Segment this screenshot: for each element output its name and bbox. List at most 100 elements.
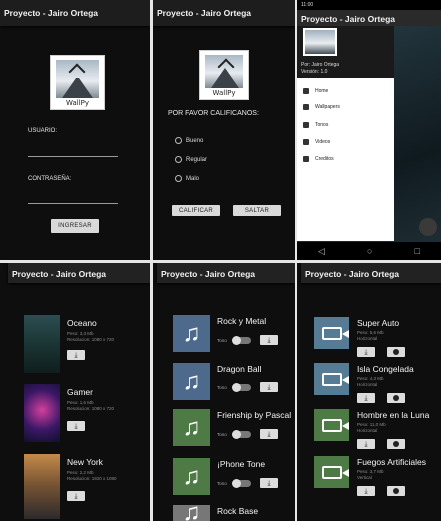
download-icon: ⤓: [267, 336, 271, 344]
tono-toggle[interactable]: [232, 336, 251, 345]
wallpaper-res: Resolucion: 1080 x 720: [67, 337, 115, 342]
app-title: Proyecto - Jairo Ortega: [305, 269, 400, 279]
drawer-item-home[interactable]: Home: [303, 88, 328, 94]
video-orientation: Horizontal: [357, 382, 378, 387]
background-wallpaper: [394, 26, 441, 242]
wallpaper-name: Gamer: [67, 387, 93, 397]
ingresar-button[interactable]: INGRESAR: [51, 219, 99, 233]
download-icon: ⤓: [267, 479, 271, 487]
drawer-item-creditos[interactable]: Creditos: [303, 156, 334, 162]
download-button[interactable]: ⤓: [357, 439, 375, 449]
tono-name: Dragon Ball: [217, 364, 262, 374]
music-icon: ♫: [173, 458, 210, 495]
usuario-input[interactable]: [28, 156, 118, 157]
videos-screen: Proyecto - Jairo Ortega Super Auto Peso:…: [297, 263, 441, 521]
app-bar: Proyecto - Jairo Ortega: [301, 263, 441, 283]
home-icon: [303, 88, 309, 94]
download-icon: ⤓: [74, 422, 78, 430]
video-thumb[interactable]: [314, 409, 349, 441]
download-icon: ⤓: [267, 383, 271, 391]
logo-caption: WallPy: [212, 89, 236, 97]
radio-label: Malo: [186, 175, 200, 182]
wallpaper-name: Oceano: [67, 318, 97, 328]
radio-regular[interactable]: Regular: [175, 156, 207, 163]
download-button[interactable]: ⤓: [67, 421, 85, 431]
wallpaper-thumb-gamer[interactable]: [24, 384, 60, 442]
toggle-label: Tono: [217, 385, 227, 390]
tono-toggle[interactable]: [232, 479, 251, 488]
radio-circle-icon: [175, 137, 182, 144]
app-bar: Proyecto - Jairo Ortega: [157, 263, 295, 283]
download-button[interactable]: ⤓: [260, 429, 278, 439]
fab-button[interactable]: [419, 218, 437, 236]
navigation-drawer: Por: Jairo Ortega Versión: 1.0 Home Wall…: [297, 26, 394, 241]
download-button[interactable]: ⤓: [357, 347, 375, 357]
video-name: Hombre en la Luna: [357, 410, 430, 420]
radio-circle-icon: [175, 156, 182, 163]
drawer-item-label: Wallpapers: [315, 104, 340, 110]
video-name: Super Auto: [357, 318, 400, 328]
image-icon: [303, 104, 309, 110]
radio-bueno[interactable]: Bueno: [175, 137, 203, 144]
preview-eye-icon[interactable]: [387, 439, 405, 449]
toggle-label: Tono: [217, 338, 227, 343]
video-icon: [303, 139, 309, 145]
tono-toggle[interactable]: [232, 430, 251, 439]
video-camera-icon: [321, 326, 349, 340]
wallpaper-res: Resolucion: 1080 x 720: [67, 406, 115, 411]
radio-malo[interactable]: Malo: [175, 175, 199, 182]
video-thumb[interactable]: [314, 363, 349, 395]
radio-label: Regular: [186, 156, 208, 163]
video-thumb[interactable]: [314, 317, 349, 349]
wallpaper-name: New York: [67, 457, 103, 467]
drawer-item-videos[interactable]: Videos: [303, 139, 330, 145]
tono-name: Rock y Metal: [217, 316, 267, 326]
download-button[interactable]: ⤓: [67, 491, 85, 501]
status-bar: 11:00: [297, 0, 441, 10]
tono-toggle[interactable]: [232, 383, 251, 392]
rating-screen: Proyecto - Jairo Ortega WallPy POR FAVOR…: [153, 0, 295, 260]
video-thumb[interactable]: [314, 456, 349, 488]
music-icon: ♫: [173, 499, 210, 521]
download-icon: ⤓: [364, 440, 368, 448]
drawer-logo-image: [303, 28, 337, 56]
drawer-item-wallpapers[interactable]: Wallpapers: [303, 104, 340, 110]
drawer-item-tonos[interactable]: Tonos: [303, 122, 328, 128]
download-button[interactable]: ⤓: [260, 335, 278, 345]
calificar-button[interactable]: CALIFICAR: [172, 205, 220, 216]
download-button[interactable]: ⤓: [67, 350, 85, 360]
download-icon: ⤓: [364, 348, 368, 356]
home-nav-icon[interactable]: ○: [367, 246, 372, 256]
recents-icon[interactable]: □: [415, 246, 420, 256]
wallpaper-thumb-oceano[interactable]: [24, 315, 60, 373]
contrasena-label: CONTRASEÑA:: [28, 176, 72, 182]
app-title: Proyecto - Jairo Ortega: [161, 269, 256, 279]
wallpaper-thumb-new-york[interactable]: [24, 454, 60, 519]
preview-eye-icon[interactable]: [387, 347, 405, 357]
download-icon: ⤓: [267, 430, 271, 438]
status-time: 11:00: [301, 2, 314, 8]
download-button[interactable]: ⤓: [357, 486, 375, 496]
drawer-author: Por: Jairo Ortega: [301, 62, 340, 68]
download-button[interactable]: ⤓: [260, 382, 278, 392]
back-icon[interactable]: ◁: [318, 246, 325, 257]
radio-label: Bueno: [186, 137, 204, 144]
download-icon: ⤓: [364, 394, 368, 402]
logo-image-icon: [205, 55, 243, 88]
tonos-screen: Proyecto - Jairo Ortega ♫ Rock y Metal T…: [153, 263, 295, 521]
app-bar: Proyecto - Jairo Ortega: [0, 0, 150, 26]
download-button[interactable]: ⤓: [357, 393, 375, 403]
video-orientation: Horizontal: [357, 428, 378, 433]
contrasena-input[interactable]: [28, 203, 118, 204]
music-icon: ♫: [173, 409, 210, 446]
preview-eye-icon[interactable]: [387, 393, 405, 403]
download-button[interactable]: ⤓: [260, 478, 278, 488]
video-orientation: Horizontal: [357, 336, 378, 341]
video-camera-icon: [321, 372, 349, 386]
app-bar: Proyecto - Jairo Ortega: [8, 263, 150, 283]
saltar-button[interactable]: SALTAR: [233, 205, 281, 216]
wallpy-logo: WallPy: [199, 50, 249, 100]
preview-eye-icon[interactable]: [387, 486, 405, 496]
wallpaper-res: Resolucion: 1920 x 1080: [67, 476, 117, 481]
drawer-header: Por: Jairo Ortega Versión: 1.0: [297, 26, 394, 78]
